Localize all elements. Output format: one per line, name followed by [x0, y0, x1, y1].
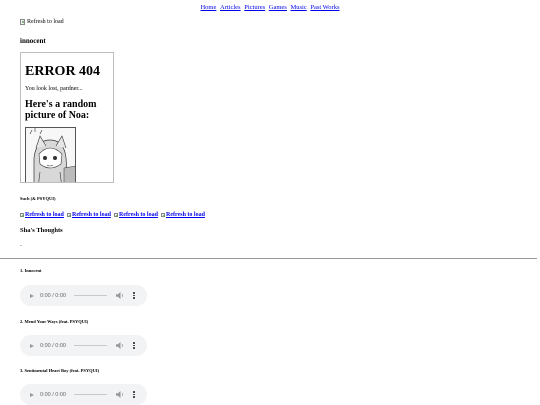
more-vertical-icon[interactable] [133, 342, 135, 349]
broken-image-icon [161, 212, 166, 218]
more-vertical-icon[interactable] [133, 391, 135, 398]
store-links: Refresh to load Refresh to load Refresh … [20, 212, 207, 218]
nav-music-link[interactable]: Music [290, 4, 306, 11]
progress-slider[interactable] [74, 294, 107, 297]
progress-slider[interactable] [74, 393, 107, 396]
error-heading: ERROR 404 [25, 64, 101, 79]
audio-player-2[interactable]: 0:00 / 0:00 [20, 335, 147, 356]
volume-icon[interactable] [116, 342, 125, 349]
artist-credit: Such (& PSYQUI) [20, 196, 56, 201]
nav-articles-link[interactable]: Articles [220, 4, 241, 11]
play-icon[interactable] [30, 392, 34, 397]
play-icon[interactable] [30, 293, 34, 298]
random-picture-heading: Here's a random picture of Noa: [25, 99, 97, 121]
top-navigation: Home Articles Pictures Games Music Past … [0, 4, 540, 11]
thoughts-heading: Sha's Thoughts [20, 227, 63, 234]
progress-slider[interactable] [74, 344, 107, 347]
broken-image-icon [114, 212, 119, 218]
nav-games-link[interactable]: Games [269, 4, 287, 11]
audio-time-2: 0:00 / 0:00 [40, 342, 66, 349]
store-link-2-label: Refresh to load [72, 212, 111, 218]
play-icon[interactable] [30, 343, 34, 348]
error-embed-frame[interactable]: ERROR 404 You look lost, pardner... Here… [20, 52, 114, 183]
store-link-3-label: Refresh to load [119, 212, 158, 218]
nav-pictures-link[interactable]: Pictures [244, 4, 265, 11]
store-link-1[interactable]: Refresh to load [20, 212, 64, 218]
audio-time-3: 0:00 / 0:00 [40, 391, 66, 398]
volume-icon[interactable] [116, 292, 125, 299]
broken-image-icon [67, 212, 72, 218]
thoughts-text: - [20, 244, 22, 249]
audio-player-1[interactable]: 0:00 / 0:00 [20, 285, 147, 306]
noa-illustration [26, 128, 75, 182]
more-vertical-icon[interactable] [133, 292, 135, 299]
header-image-placeholder: Refresh to load [20, 19, 64, 25]
volume-icon[interactable] [116, 391, 125, 398]
store-link-2[interactable]: Refresh to load [67, 212, 111, 218]
store-link-4-label: Refresh to load [166, 212, 205, 218]
header-image-alt: Refresh to load [27, 19, 64, 25]
section-divider [0, 258, 537, 259]
audio-player-3[interactable]: 0:00 / 0:00 [20, 384, 147, 405]
store-link-3[interactable]: Refresh to load [114, 212, 158, 218]
random-noa-picture [25, 127, 76, 182]
track-title-1: 1. Innocent [20, 268, 42, 273]
audio-time-1: 0:00 / 0:00 [40, 292, 66, 299]
nav-past-works-link[interactable]: Past Works [310, 4, 339, 11]
nav-home-link[interactable]: Home [200, 4, 216, 11]
track-title-3: 3. Sentimental Heart Boy (feat. PSYQUI) [20, 368, 100, 373]
error-message: You look lost, pardner... [25, 86, 83, 92]
broken-image-icon [20, 212, 24, 218]
album-title: innocent [20, 37, 46, 45]
store-link-4[interactable]: Refresh to load [161, 212, 205, 218]
broken-image-icon [20, 19, 25, 25]
store-link-1-label: Refresh to load [25, 212, 64, 218]
track-title-2: 2. Mend Your Ways (feat. PSYQUI) [20, 319, 89, 324]
